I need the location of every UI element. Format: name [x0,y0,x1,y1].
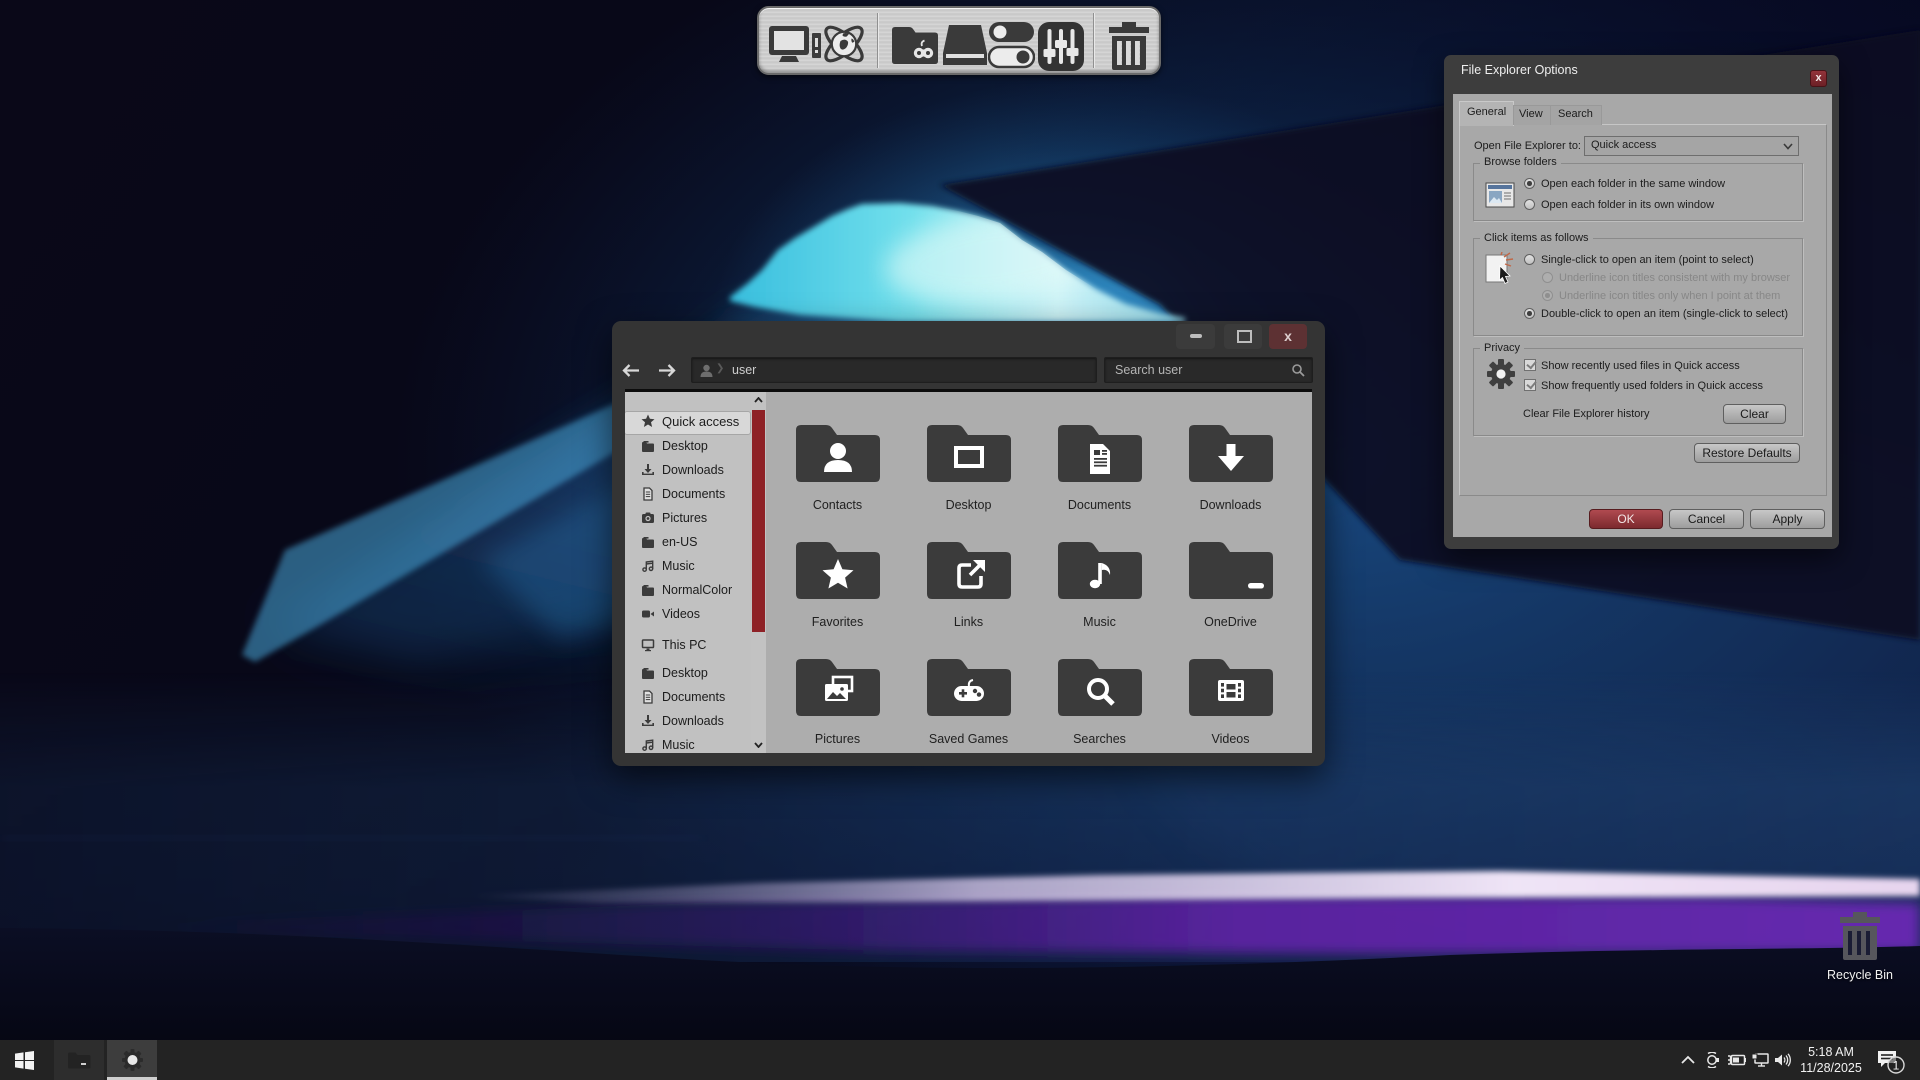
svg-text:1: 1 [1893,1059,1900,1073]
